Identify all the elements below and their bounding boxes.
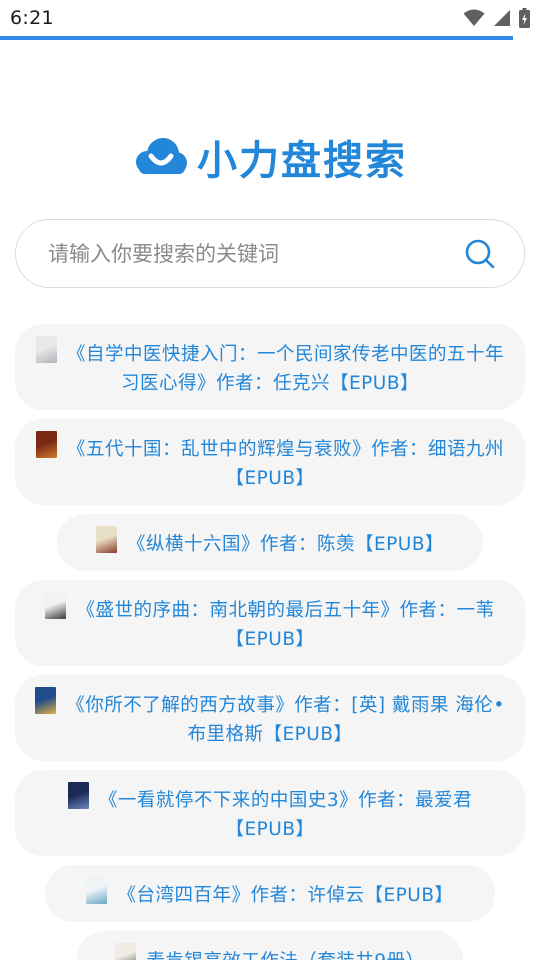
- book-cover-icon: [86, 877, 108, 904]
- result-title: 《台湾四百年》作者：许倬云【EPUB】: [117, 885, 454, 906]
- result-title: 《自学中医快捷入门：一个民间家传老中医的五十年习医心得》作者：任克兴【EPUB】: [66, 344, 504, 394]
- cellular-signal-icon: [494, 10, 510, 26]
- result-title: 麦肯锡高效工作法（套装共9册）: [146, 951, 424, 960]
- book-cover-icon: [115, 943, 137, 960]
- book-cover-icon: [35, 336, 57, 363]
- result-item[interactable]: 《一看就停不下来的中国史3》作者：最爱君【EPUB】: [15, 770, 525, 856]
- page-load-progress-fill: [0, 36, 513, 40]
- result-title: 《盛世的序曲：南北朝的最后五十年》作者：一苇【EPUB】: [76, 600, 495, 650]
- result-title: 《五代十国：乱世中的辉煌与衰败》作者：细语九州【EPUB】: [66, 439, 504, 489]
- status-icons: [463, 8, 530, 28]
- result-item[interactable]: 《你所不了解的西方故事》作者：[英] 戴雨果 海伦•布里格斯【EPUB】: [15, 675, 525, 761]
- search-input[interactable]: [48, 241, 464, 266]
- search-icon[interactable]: [464, 238, 496, 270]
- result-item[interactable]: 麦肯锡高效工作法（套装共9册）: [77, 931, 463, 960]
- book-cover-icon: [35, 687, 57, 714]
- book-cover-icon: [35, 431, 57, 458]
- book-cover-icon: [45, 592, 67, 619]
- search-box[interactable]: [15, 219, 525, 288]
- wifi-icon: [463, 9, 485, 26]
- cloud-smile-icon: [136, 138, 187, 174]
- result-item[interactable]: 《自学中医快捷入门：一个民间家传老中医的五十年习医心得》作者：任克兴【EPUB】: [15, 324, 525, 410]
- result-item[interactable]: 《五代十国：乱世中的辉煌与衰败》作者：细语九州【EPUB】: [15, 419, 525, 505]
- status-bar: 6:21: [0, 0, 540, 36]
- battery-charging-icon: [519, 8, 530, 28]
- page-load-progress: [0, 36, 540, 40]
- result-title: 《你所不了解的西方故事》作者：[英] 戴雨果 海伦•布里格斯【EPUB】: [66, 695, 505, 745]
- brand-name: 小力盘搜索: [197, 138, 407, 184]
- book-cover-icon: [95, 526, 117, 553]
- result-item[interactable]: 《盛世的序曲：南北朝的最后五十年》作者：一苇【EPUB】: [15, 580, 525, 666]
- result-item[interactable]: 《纵横十六国》作者：陈羡【EPUB】: [57, 514, 483, 571]
- result-title: 《一看就停不下来的中国史3》作者：最爱君【EPUB】: [98, 790, 473, 840]
- result-title: 《纵横十六国》作者：陈羡【EPUB】: [126, 534, 445, 555]
- book-cover-icon: [67, 782, 89, 809]
- status-time: 6:21: [10, 7, 54, 29]
- brand-logo: 小力盘搜索: [0, 128, 540, 186]
- result-item[interactable]: 《台湾四百年》作者：许倬云【EPUB】: [45, 865, 495, 922]
